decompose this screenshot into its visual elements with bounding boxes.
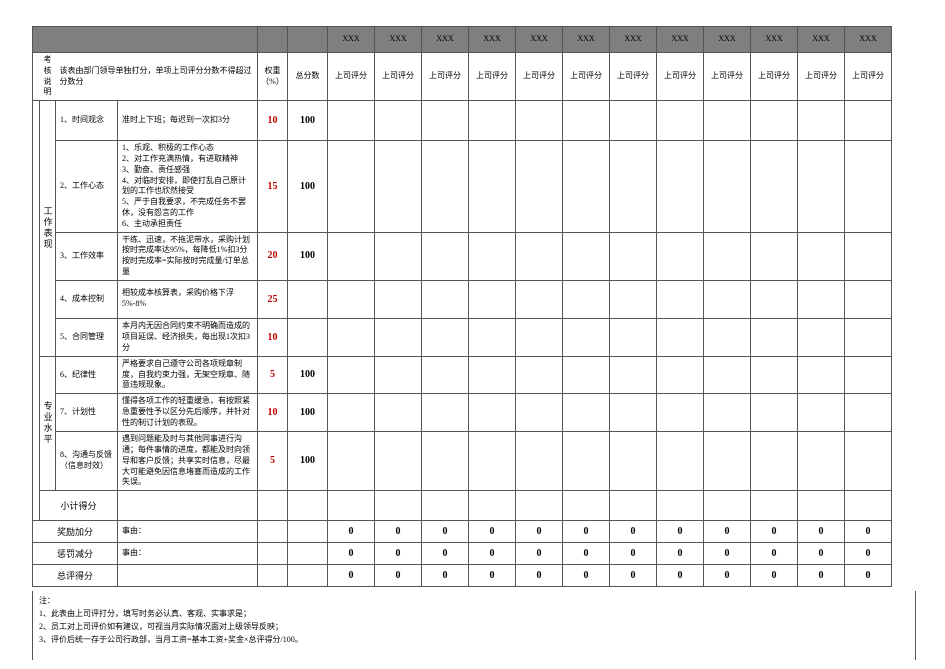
rater-name-5: XXX (563, 27, 610, 53)
item-desc: 懂得各项工作的轻重缓急，有按照紧急重要性予以区分先后顺序，并针对性的制订计划的表… (118, 394, 258, 432)
rater-name-6: XXX (610, 27, 657, 53)
notes-line: 2、员工对上司评价如有建议，可视当月实际情况面对上级领导反映； (39, 621, 909, 634)
summary-row-penalty: 惩罚减分 事由： 00 00 00 00 00 00 (33, 543, 892, 565)
rater-name-10: XXX (798, 27, 845, 53)
item-desc: 本月内无因合同约束不明确而造成的项目延误、经济损失，每出现1次扣3分 (118, 318, 258, 356)
summary-reason: 事由： (118, 521, 258, 543)
rater-name-11: XXX (845, 27, 892, 53)
item-row: 工作表现 1、时间观念 准时上下班；每迟到一次扣3分 10 100 (33, 101, 892, 141)
rater-label-4: 上司评分 (516, 53, 563, 101)
notes-line: 3、评价后统一存于公司行政部，当月工资=基本工资+奖金×总评得分/100。 (39, 634, 909, 647)
item-desc: 准时上下班；每迟到一次扣3分 (118, 101, 258, 141)
rater-label-1: 上司评分 (375, 53, 422, 101)
rater-name-7: XXX (657, 27, 704, 53)
item-total: 100 (288, 432, 328, 491)
item-row: 8、沟通与反馈（信息时效） 遇到问题能及时与其他同事进行沟通；每件事情的进度，都… (33, 432, 892, 491)
item-no: 1、时间观念 (56, 101, 118, 141)
item-row: 3、工作效率 干练、迅速，不拖泥带水，采购计划按时完成率达95%，每降低1%扣3… (33, 232, 892, 280)
item-weight: 20 (258, 232, 288, 280)
notes-title: 注： (39, 595, 909, 608)
rater-name-1: XXX (375, 27, 422, 53)
item-total (288, 318, 328, 356)
summary-row-total: 总评得分 00 00 00 00 00 00 (33, 565, 892, 587)
item-weight: 10 (258, 101, 288, 141)
rater-label-10: 上司评分 (798, 53, 845, 101)
rater-label-11: 上司评分 (845, 53, 892, 101)
rater-label-9: 上司评分 (751, 53, 798, 101)
item-weight: 10 (258, 318, 288, 356)
summary-label: 奖励加分 (33, 521, 118, 543)
rater-label-8: 上司评分 (704, 53, 751, 101)
weight-label: 权重（%） (258, 53, 288, 101)
header-row-names: XXX XXX XXX XXX XXX XXX XXX XXX XXX XXX … (33, 27, 892, 53)
item-desc: 遇到问题能及时与其他同事进行沟通；每件事情的进度，都能及时向领导和客户反馈；共享… (118, 432, 258, 491)
item-weight: 10 (258, 394, 288, 432)
subtotal-row: 小计得分 (33, 491, 892, 521)
notes-line: 1、此表由上司评打分，填写时务必认真、客观、实事求是； (39, 608, 909, 621)
item-row: 5、合同管理 本月内无因合同约束不明确而造成的项目延误、经济损失，每出现1次扣3… (33, 318, 892, 356)
notes-block: 注： 1、此表由上司评打分，填写时务必认真、客观、实事求是； 2、员工对上司评价… (32, 591, 916, 660)
item-total: 100 (288, 394, 328, 432)
item-desc: 相较成本核算表，采购价格下浮5%-8% (118, 280, 258, 318)
item-total: 100 (288, 101, 328, 141)
summary-label: 惩罚减分 (33, 543, 118, 565)
item-weight: 5 (258, 356, 288, 393)
rater-name-8: XXX (704, 27, 751, 53)
summary-reason: 事由： (118, 543, 258, 565)
evaluation-table: XXX XXX XXX XXX XXX XXX XXX XXX XXX XXX … (32, 26, 892, 587)
rater-label-5: 上司评分 (563, 53, 610, 101)
rater-label-6: 上司评分 (610, 53, 657, 101)
item-total: 100 (288, 141, 328, 232)
rater-name-9: XXX (751, 27, 798, 53)
rater-label-7: 上司评分 (657, 53, 704, 101)
item-row: 2、工作心态 1、乐观、积极的工作心态 2、对工作充满热情，有进取精神 3、勤奋… (33, 141, 892, 232)
item-no: 7、计划性 (56, 394, 118, 432)
total-label: 总分数 (288, 53, 328, 101)
rater-label-2: 上司评分 (422, 53, 469, 101)
subtotal-label: 小计得分 (40, 491, 118, 521)
item-total (288, 280, 328, 318)
rater-name-0: XXX (328, 27, 375, 53)
summary-label: 总评得分 (33, 565, 118, 587)
desc-label: 考核说明 (40, 53, 56, 101)
summary-row-reward: 奖励加分 事由： 00 00 00 00 00 00 (33, 521, 892, 543)
item-total: 100 (288, 232, 328, 280)
summary-reason (118, 565, 258, 587)
item-weight: 15 (258, 141, 288, 232)
item-weight: 5 (258, 432, 288, 491)
item-no: 4、成本控制 (56, 280, 118, 318)
item-total: 100 (288, 356, 328, 393)
item-desc: 干练、迅速，不拖泥带水，采购计划按时完成率达95%，每降低1%扣3分 按时完成率… (118, 232, 258, 280)
item-row: 7、计划性 懂得各项工作的轻重缓急，有按照紧急重要性予以区分先后顺序，并针对性的… (33, 394, 892, 432)
item-no: 3、工作效率 (56, 232, 118, 280)
item-no: 6、纪律性 (56, 356, 118, 393)
item-desc: 严格要求自己遵守公司各项规章制度，自我约束力强，无架空规章、随意违规现象。 (118, 356, 258, 393)
category-label-0: 工作表现 (40, 101, 56, 357)
rater-label-0: 上司评分 (328, 53, 375, 101)
item-row: 专业水平 6、纪律性 严格要求自己遵守公司各项规章制度，自我约束力强，无架空规章… (33, 356, 892, 393)
rater-name-4: XXX (516, 27, 563, 53)
category-label-1: 专业水平 (40, 356, 56, 490)
item-no: 8、沟通与反馈（信息时效） (56, 432, 118, 491)
header-row-labels: 考核说明 该表由部门领导单独打分，单项上司评分分数不得超过分数分 权重（%） 总… (33, 53, 892, 101)
rater-name-2: XXX (422, 27, 469, 53)
item-no: 2、工作心态 (56, 141, 118, 232)
item-row: 4、成本控制 相较成本核算表，采购价格下浮5%-8% 25 (33, 280, 892, 318)
rater-label-3: 上司评分 (469, 53, 516, 101)
item-weight: 25 (258, 280, 288, 318)
item-no: 5、合同管理 (56, 318, 118, 356)
desc-text: 该表由部门领导单独打分，单项上司评分分数不得超过分数分 (56, 53, 258, 101)
rater-name-3: XXX (469, 27, 516, 53)
item-desc: 1、乐观、积极的工作心态 2、对工作充满热情，有进取精神 3、勤奋、责任感强 4… (118, 141, 258, 232)
